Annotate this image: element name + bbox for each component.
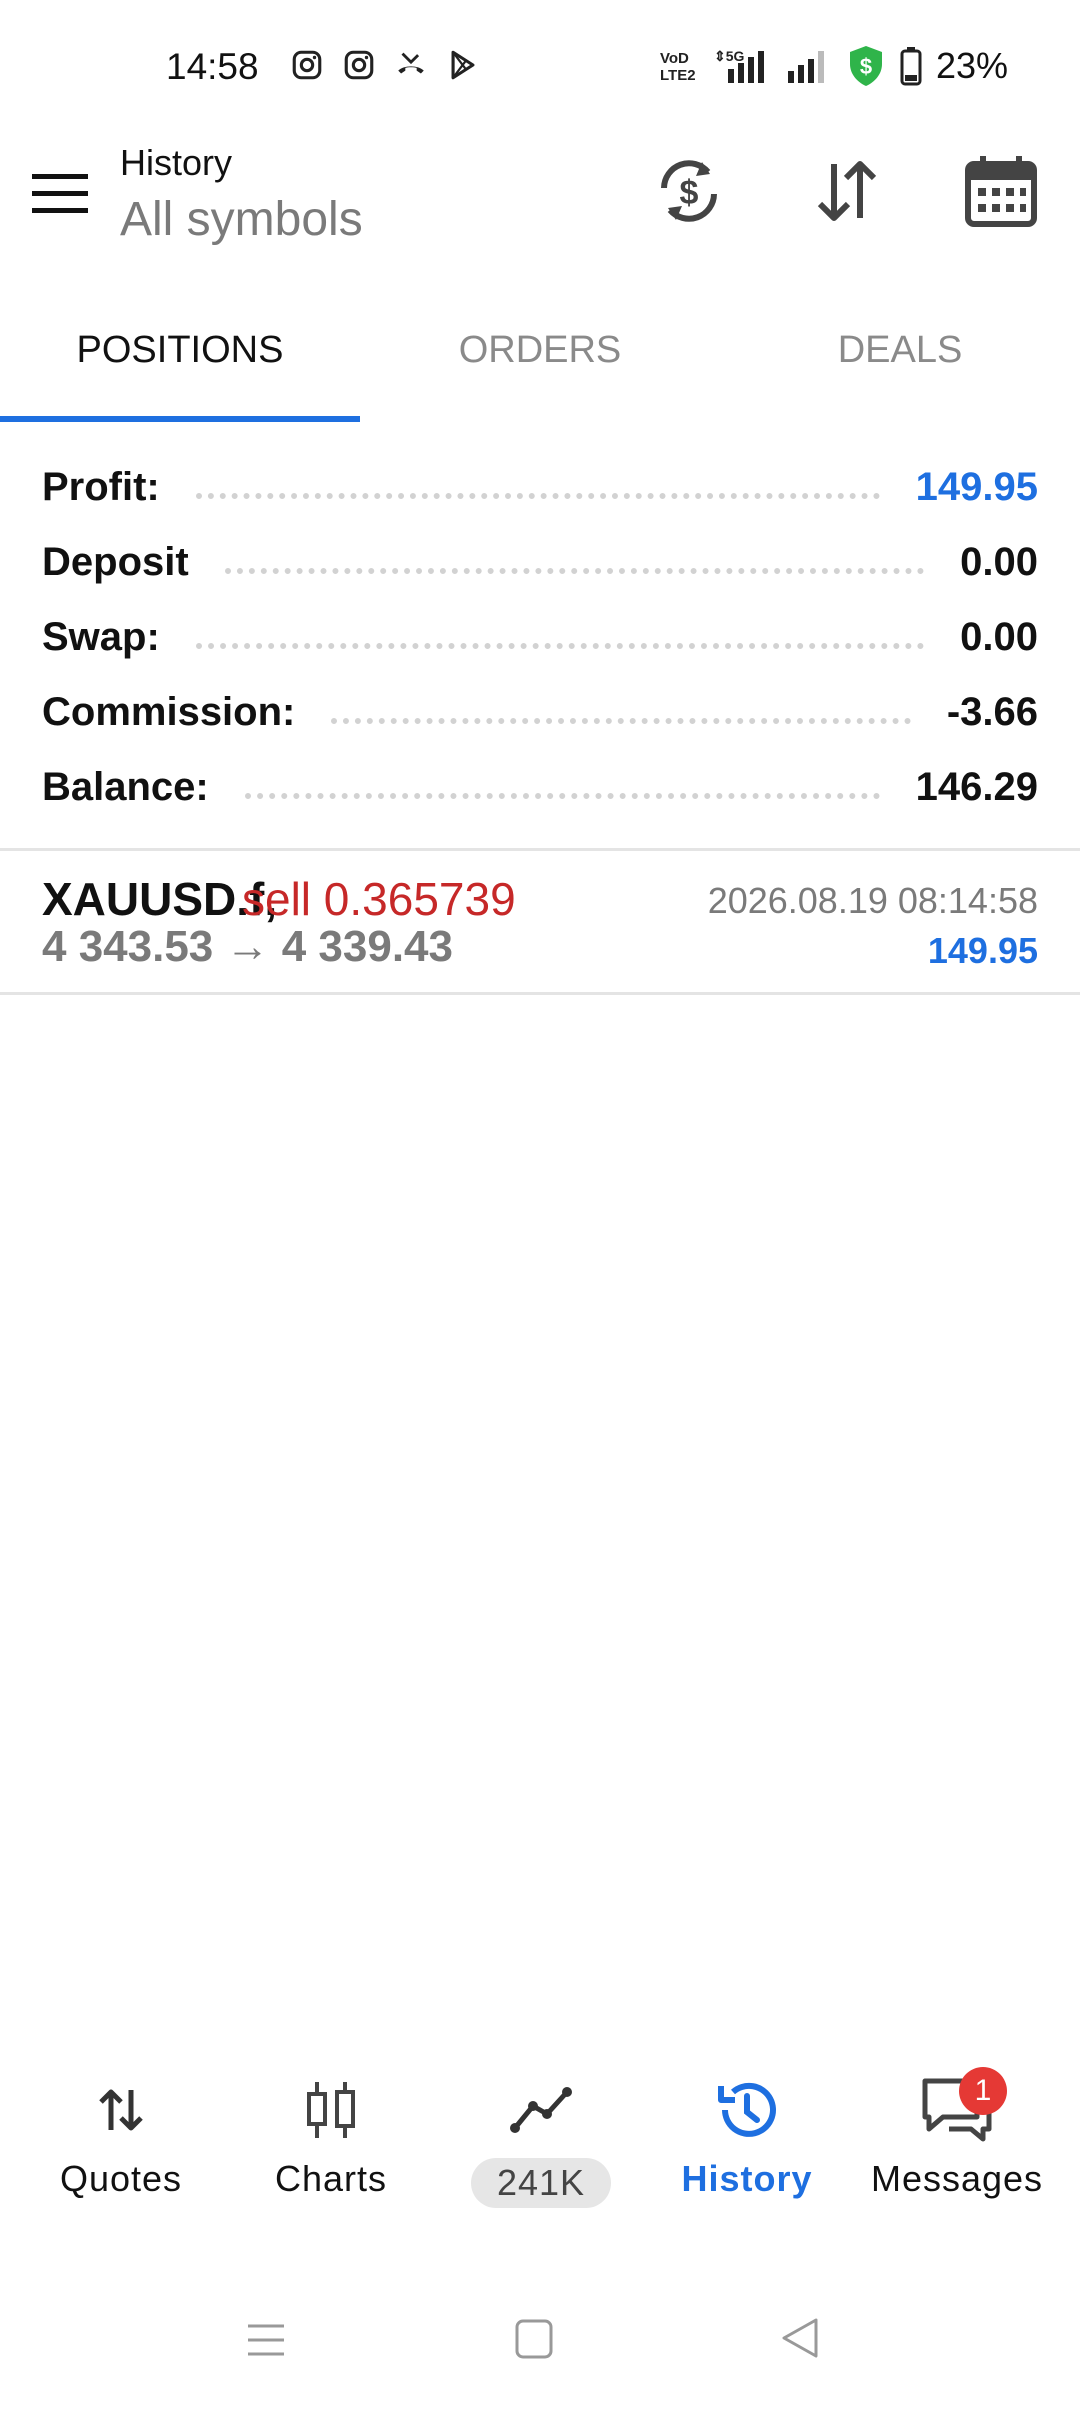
- nav-quotes[interactable]: Quotes: [36, 2070, 206, 2200]
- svg-text:LTE2: LTE2: [660, 67, 696, 84]
- list-item[interactable]: XAUUSD.f, sell 0.365739 4 343.53 → 4 339…: [0, 852, 1080, 992]
- dotted-leader: [331, 717, 911, 724]
- commission-label: Commission:: [42, 690, 316, 735]
- history-tabs: POSITIONS ORDERS DEALS: [0, 300, 1080, 422]
- signal-5g-icon: ⇕5G: [714, 48, 764, 83]
- commission-value: -3.66: [926, 690, 1038, 735]
- page-title: History: [120, 142, 233, 183]
- svg-text:$: $: [680, 174, 699, 212]
- svg-text:$: $: [860, 54, 872, 79]
- missed-call-icon: [398, 52, 424, 74]
- quotes-arrows-icon: [99, 2089, 143, 2131]
- home-icon[interactable]: [514, 2318, 554, 2360]
- nav-history-label: History: [681, 2158, 813, 2199]
- tab-deals[interactable]: DEALS: [720, 300, 1080, 422]
- nav-charts-label: Charts: [274, 2158, 388, 2199]
- instagram-icon: [344, 50, 374, 80]
- calendar-button[interactable]: [962, 152, 1040, 230]
- community-count-badge: 241K: [470, 2158, 612, 2208]
- notification-icons: [290, 48, 480, 82]
- deposit-value: 0.00: [940, 540, 1038, 585]
- messages-count-badge: 1: [959, 2067, 1007, 2115]
- system-navigation-bar: [0, 2300, 1080, 2390]
- bottom-navigation: Quotes Charts 241K History 1 Messages: [0, 2060, 1080, 2220]
- sort-arrows-icon: [817, 161, 877, 221]
- svg-text:VoD: VoD: [660, 50, 689, 67]
- summary-row-swap: Swap: 0.00: [42, 600, 1038, 675]
- battery-icon: [900, 47, 922, 86]
- profit-value: 149.95: [895, 465, 1038, 510]
- dotted-leader: [195, 642, 925, 649]
- svg-text:⇕5G: ⇕5G: [714, 48, 745, 64]
- balance-value: 146.29: [895, 765, 1038, 810]
- nav-messages-label: Messages: [870, 2158, 1044, 2199]
- balance-label: Balance:: [42, 765, 229, 810]
- dotted-leader: [224, 567, 925, 574]
- menu-icon[interactable]: [32, 172, 88, 216]
- summary-panel: Profit: 149.95 Deposit 0.00 Swap: 0.00 C…: [42, 450, 1038, 825]
- summary-row-profit: Profit: 149.95: [42, 450, 1038, 525]
- back-icon[interactable]: [780, 2316, 820, 2360]
- system-status-icons: VoD LTE2 ⇕5G $ 23%: [660, 44, 1008, 88]
- status-time: 14:58: [166, 46, 259, 87]
- trade-line-icon: [510, 2087, 572, 2133]
- signal-icon: [788, 51, 824, 83]
- symbol-filter[interactable]: All symbols: [120, 192, 363, 247]
- summary-row-balance: Balance: 146.29: [42, 750, 1038, 825]
- summary-row-commission: Commission: -3.66: [42, 675, 1038, 750]
- dotted-leader: [195, 492, 880, 499]
- nav-community[interactable]: 241K: [456, 2070, 626, 2208]
- summary-row-deposit: Deposit 0.00: [42, 525, 1038, 600]
- history-clock-icon: [718, 2082, 776, 2137]
- volte-icon: VoDLTE2: [660, 50, 696, 84]
- status-bar: 14:58 VoD LTE2 ⇕5G $ 23%: [0, 0, 1080, 140]
- nav-charts[interactable]: Charts: [246, 2070, 416, 2200]
- position-prices: 4 343.53 → 4 339.43: [42, 922, 453, 971]
- sort-button[interactable]: [808, 152, 886, 230]
- position-datetime: 2026.08.19 08:14:58: [707, 880, 1038, 921]
- candlestick-chart-icon: [307, 2082, 355, 2138]
- play-store-icon: [451, 50, 475, 80]
- profit-label: Profit:: [42, 465, 180, 510]
- security-shield-icon: $: [850, 46, 882, 86]
- currency-exchange-button[interactable]: $: [650, 152, 728, 230]
- nav-history[interactable]: History: [662, 2070, 832, 2200]
- divider: [0, 992, 1080, 995]
- dotted-leader: [244, 792, 880, 799]
- currency-exchange-icon: $: [661, 160, 717, 222]
- calendar-icon: [965, 156, 1037, 227]
- position-profit: 149.95: [927, 930, 1038, 971]
- deposit-label: Deposit: [42, 540, 209, 585]
- nav-quotes-label: Quotes: [59, 2158, 183, 2199]
- nav-messages[interactable]: 1 Messages: [862, 2067, 1052, 2200]
- divider: [0, 848, 1080, 851]
- recent-apps-icon[interactable]: [246, 2320, 286, 2360]
- position-side-volume: sell 0.365739: [242, 873, 516, 925]
- instagram-icon: [292, 50, 322, 80]
- swap-label: Swap:: [42, 615, 180, 660]
- battery-percent: 23%: [936, 45, 1009, 86]
- swap-value: 0.00: [940, 615, 1038, 660]
- tab-orders[interactable]: ORDERS: [360, 300, 720, 422]
- tab-positions[interactable]: POSITIONS: [0, 300, 360, 422]
